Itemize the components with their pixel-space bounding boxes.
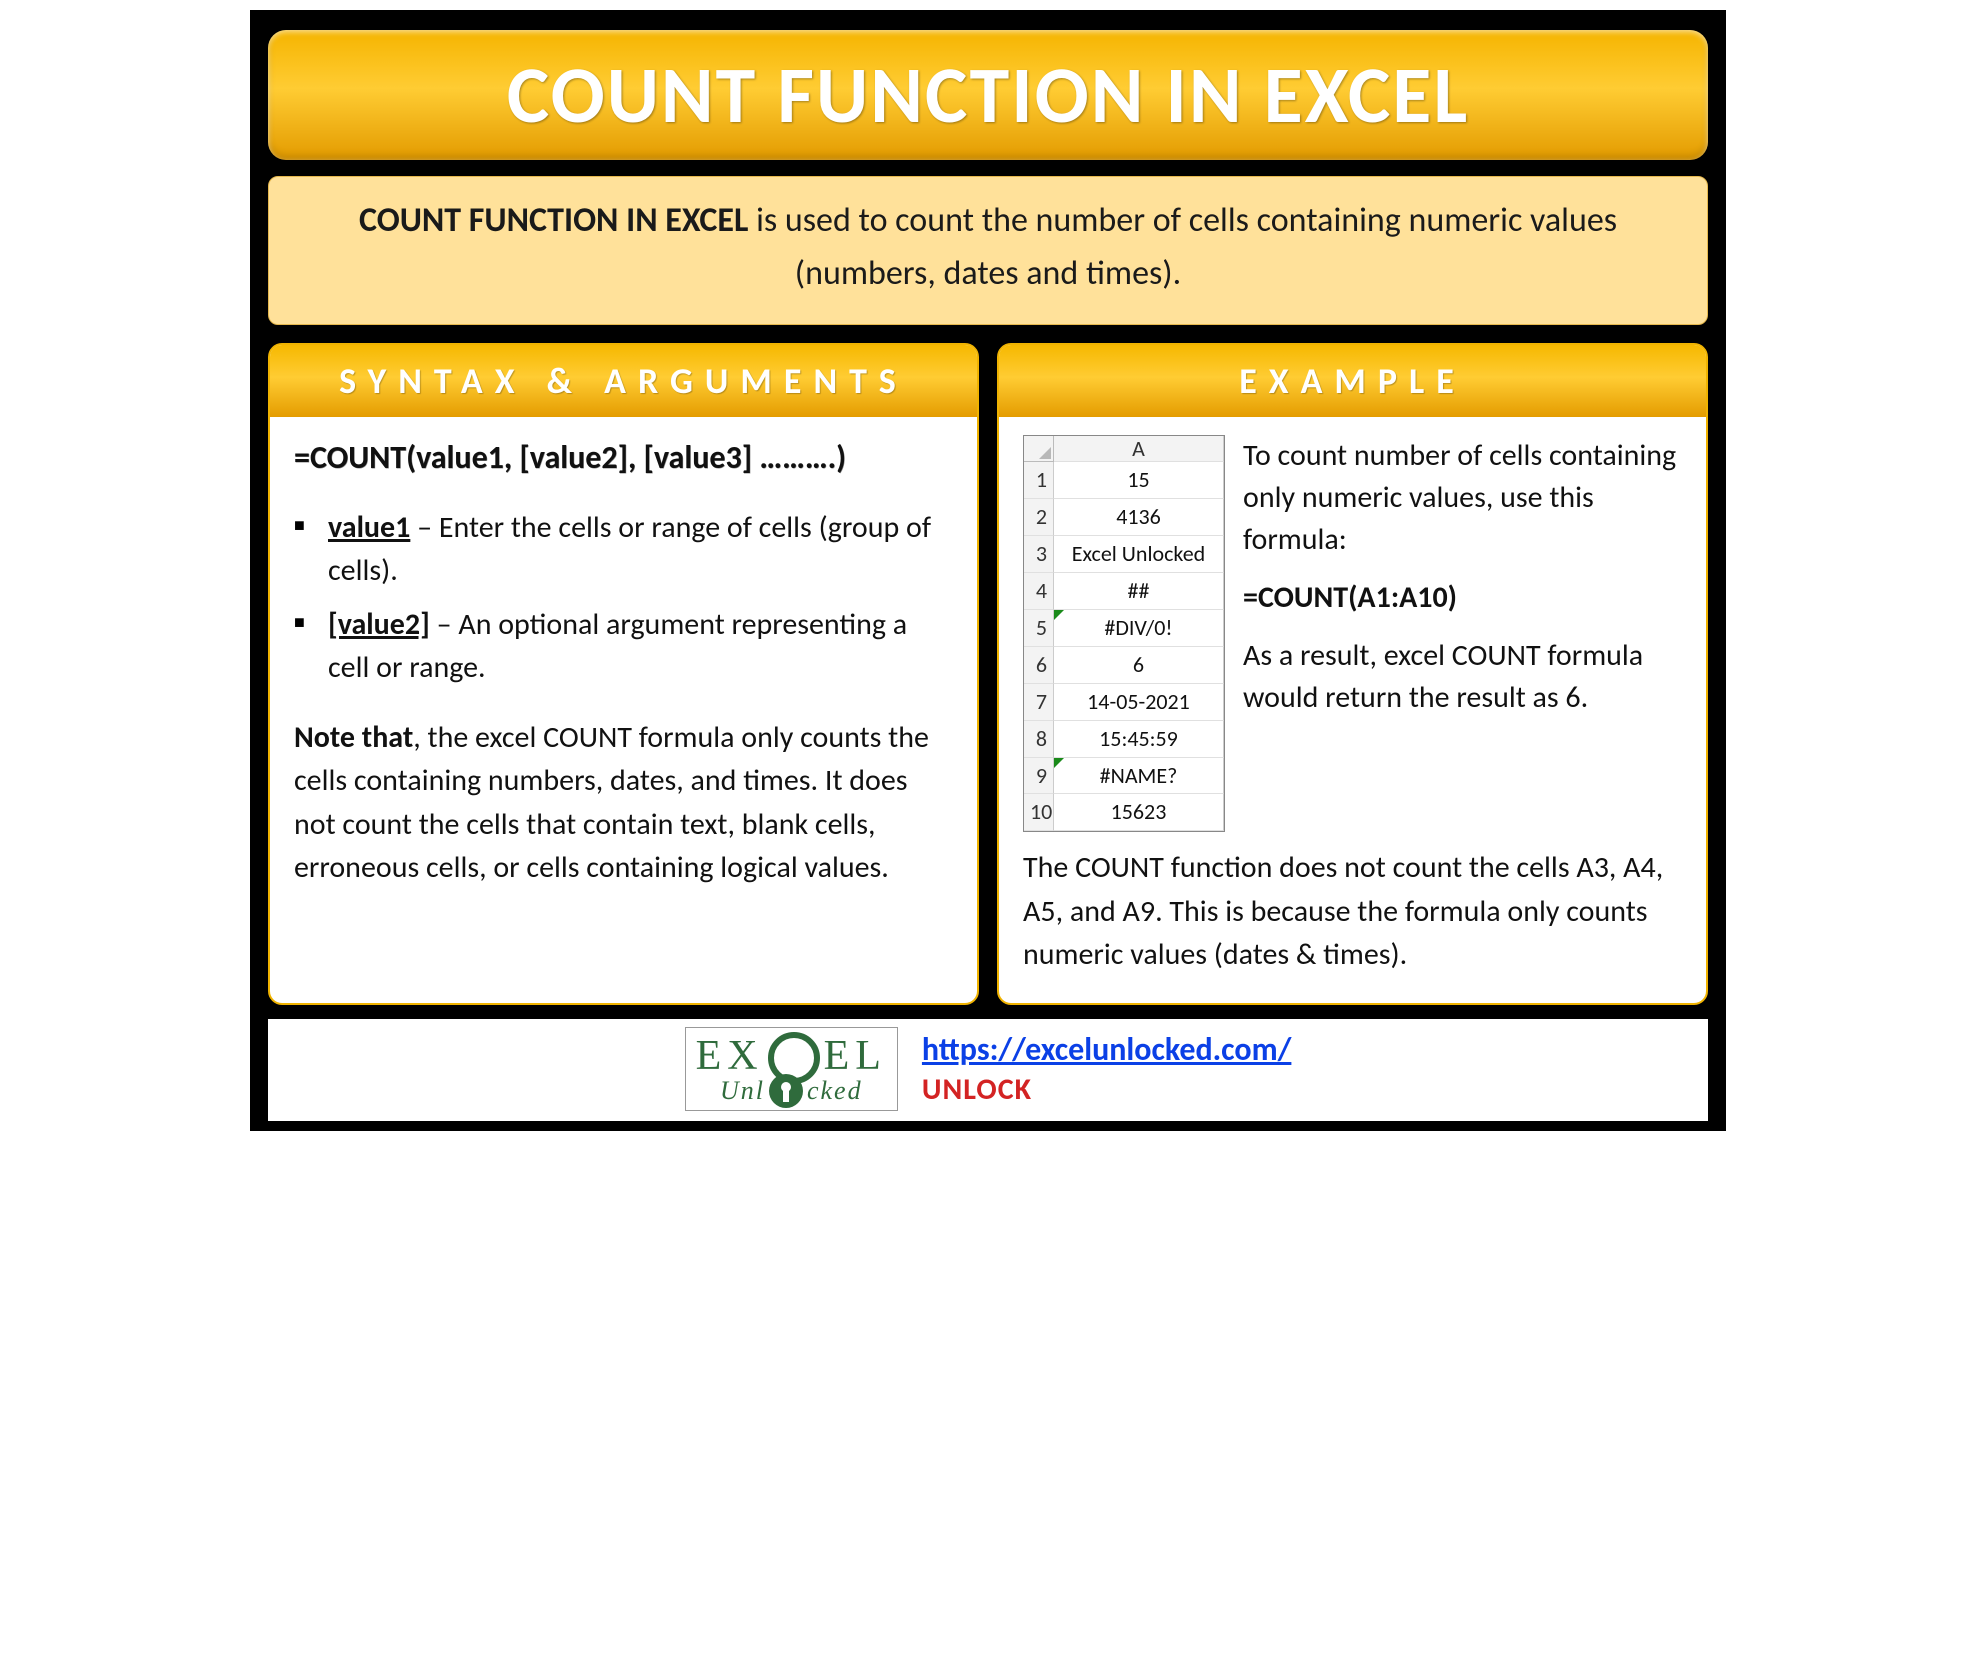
row-number: 5: [1024, 610, 1054, 647]
sheet-row: 66: [1024, 647, 1224, 684]
sheet-row: 4##: [1024, 573, 1224, 610]
panels-row: SYNTAX & ARGUMENTS =COUNT(value1, [value…: [268, 343, 1708, 1004]
example-panel: EXAMPLE A 115241363Excel Unlocked4##5#DI…: [997, 343, 1708, 1004]
row-number: 3: [1024, 536, 1054, 573]
syntax-panel: SYNTAX & ARGUMENTS =COUNT(value1, [value…: [268, 343, 979, 1004]
spreadsheet-sample: A 115241363Excel Unlocked4##5#DIV/0!6671…: [1023, 435, 1225, 832]
brand-logo: EX EL Unl cked: [685, 1027, 898, 1111]
row-number: 8: [1024, 721, 1054, 758]
sheet-row: 24136: [1024, 499, 1224, 536]
logo-unl: Unl: [720, 1076, 765, 1106]
infographic-page: COUNT FUNCTION IN EXCEL COUNT FUNCTION I…: [250, 10, 1726, 1131]
row-number: 9: [1024, 758, 1054, 795]
logo-row1: EX EL: [696, 1032, 887, 1080]
row-number: 2: [1024, 499, 1054, 536]
column-header: A: [1054, 436, 1224, 462]
cell-value: 14-05-2021: [1054, 684, 1224, 721]
syntax-body: =COUNT(value1, [value2], [value3] ……….) …: [270, 417, 977, 915]
row-number: 1: [1024, 462, 1054, 499]
note-label: Note that: [294, 719, 413, 756]
cell-value: ##: [1054, 573, 1224, 610]
example-text2: As a result, excel COUNT formula would r…: [1243, 635, 1684, 719]
intro-box: COUNT FUNCTION IN EXCEL is used to count…: [268, 176, 1708, 325]
cell-value: 15623: [1054, 794, 1224, 831]
example-top-row: A 115241363Excel Unlocked4##5#DIV/0!6671…: [1023, 435, 1684, 832]
sheet-row: 815:45:59: [1024, 721, 1224, 758]
example-body: A 115241363Excel Unlocked4##5#DIV/0!6671…: [999, 417, 1706, 1002]
row-number: 4: [1024, 573, 1054, 610]
page-title: COUNT FUNCTION IN EXCEL: [507, 47, 1469, 144]
footer-right: https://excelunlocked.com/ UNLOCK: [922, 1030, 1291, 1108]
sheet-corner-icon: [1024, 436, 1054, 462]
sheet-row: 1015623: [1024, 794, 1224, 831]
sheet-row: 714-05-2021: [1024, 684, 1224, 721]
example-header: EXAMPLE: [999, 345, 1706, 417]
logo-cked: cked: [807, 1076, 863, 1106]
syntax-header: SYNTAX & ARGUMENTS: [270, 345, 977, 417]
intro-bold: COUNT FUNCTION IN EXCEL: [359, 200, 748, 241]
row-number: 6: [1024, 647, 1054, 684]
argument-desc: – Enter the cells or range of cells (gro…: [328, 509, 931, 590]
example-formula: =COUNT(A1:A10): [1243, 577, 1684, 619]
example-text1: To count number of cells containing only…: [1243, 435, 1684, 561]
footer-url-link[interactable]: https://excelunlocked.com/: [922, 1030, 1291, 1069]
sheet-row: 9#NAME?: [1024, 758, 1224, 795]
row-number: 10: [1024, 794, 1054, 831]
cell-value: 4136: [1054, 499, 1224, 536]
argument-item: value1 – Enter the cells or range of cel…: [294, 506, 955, 593]
example-text3: The COUNT function does not count the ce…: [1023, 846, 1684, 977]
cell-value: 6: [1054, 647, 1224, 684]
title-banner: COUNT FUNCTION IN EXCEL: [268, 30, 1708, 160]
sheet-row: 115: [1024, 462, 1224, 499]
keyhole-icon: [769, 1074, 803, 1108]
footer-bar: EX EL Unl cked https://excelunlocked.com…: [268, 1019, 1708, 1121]
logo-row2: Unl cked: [720, 1074, 863, 1108]
logo-ex: EX: [696, 1032, 764, 1080]
cell-value: #DIV/0!: [1054, 610, 1224, 647]
argument-name: [value2]: [328, 606, 430, 643]
syntax-formula: =COUNT(value1, [value2], [value3] ……….): [294, 435, 955, 481]
argument-item: [value2] – An optional argument represen…: [294, 603, 955, 690]
sheet-row: 5#DIV/0!: [1024, 610, 1224, 647]
intro-rest: is used to count the number of cells con…: [748, 200, 1617, 294]
example-right-text: To count number of cells containing only…: [1243, 435, 1684, 719]
sheet-header-row: A: [1024, 436, 1224, 462]
cell-value: Excel Unlocked: [1054, 536, 1224, 573]
cell-value: 15: [1054, 462, 1224, 499]
sheet-row: 3Excel Unlocked: [1024, 536, 1224, 573]
cell-value: #NAME?: [1054, 758, 1224, 795]
syntax-note: Note that, the excel COUNT formula only …: [294, 716, 955, 890]
argument-list: value1 – Enter the cells or range of cel…: [294, 506, 955, 690]
argument-name: value1: [328, 509, 410, 546]
footer-unlock-text: UNLOCK: [922, 1071, 1032, 1108]
logo-el: EL: [824, 1032, 887, 1080]
row-number: 7: [1024, 684, 1054, 721]
cell-value: 15:45:59: [1054, 721, 1224, 758]
